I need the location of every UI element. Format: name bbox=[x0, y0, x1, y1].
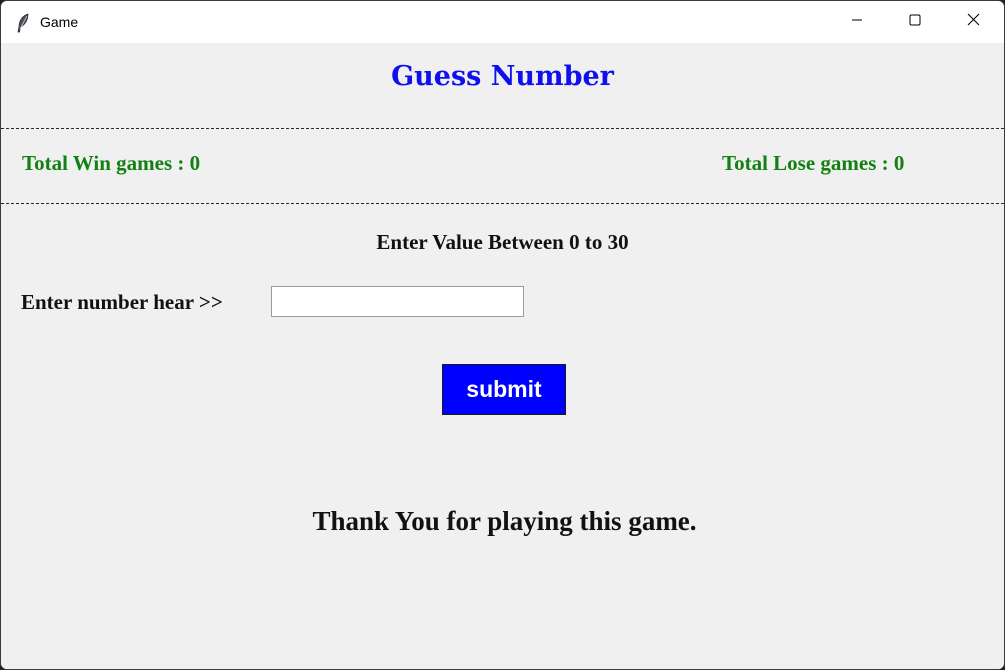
window-title: Game bbox=[40, 14, 79, 30]
feather-icon bbox=[15, 13, 31, 33]
divider-top bbox=[1, 128, 1004, 129]
divider-bottom bbox=[1, 203, 1004, 204]
close-icon bbox=[967, 13, 980, 31]
app-window: Game Guess Number Total Win games : 0 To… bbox=[0, 0, 1005, 670]
thank-you-message: Thank You for playing this game. bbox=[312, 506, 697, 536]
game-area: Guess Number Total Win games : 0 Total L… bbox=[1, 43, 1004, 669]
title-bar[interactable]: Game bbox=[1, 1, 1004, 43]
page-title: Guess Number bbox=[391, 61, 614, 92]
submit-button[interactable]: submit bbox=[442, 364, 566, 415]
minimize-icon bbox=[851, 13, 863, 31]
lose-count-label: Total Lose games : 0 bbox=[722, 151, 905, 175]
maximize-icon bbox=[909, 13, 921, 31]
minimize-button[interactable] bbox=[828, 1, 886, 43]
close-button[interactable] bbox=[944, 1, 1002, 43]
number-entry-label: Enter number hear >> bbox=[21, 290, 223, 314]
range-instruction: Enter Value Between 0 to 30 bbox=[376, 230, 629, 254]
number-input[interactable] bbox=[271, 286, 524, 317]
maximize-button[interactable] bbox=[886, 1, 944, 43]
win-count-label: Total Win games : 0 bbox=[22, 151, 201, 175]
